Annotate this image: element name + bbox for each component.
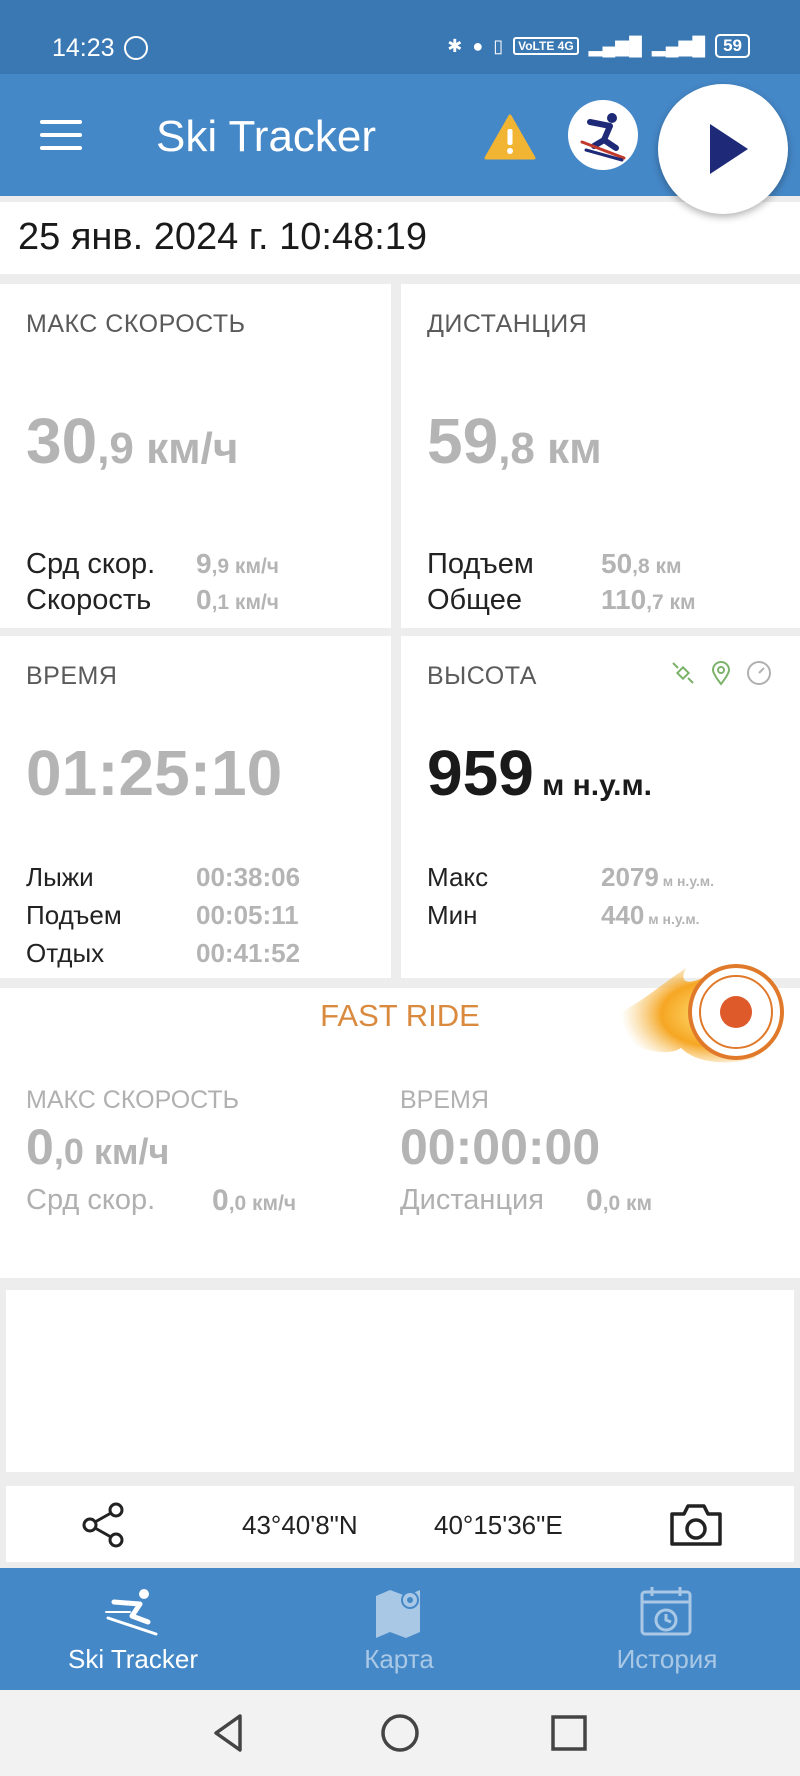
fast-max-speed-label: МАКС СКОРОСТЬ [26, 1086, 240, 1114]
bluetooth-icon: ✱ [447, 35, 463, 56]
camera-icon[interactable] [668, 1500, 724, 1550]
bottom-navigation: Ski Tracker Карта История [0, 1568, 800, 1690]
nav-ski-tracker-label: Ski Tracker [67, 1644, 199, 1674]
status-time: 14:23 [52, 34, 115, 62]
total-distance-label: Общее [427, 584, 522, 616]
menu-icon[interactable] [40, 120, 82, 152]
location-pin-icon [711, 661, 731, 686]
distance-card[interactable]: ДИСТАНЦИЯ 59,8 км Подъем 50,8 км Общее 1… [401, 284, 800, 628]
altitude-value: 959 м н.у.м. [427, 737, 653, 809]
max-speed-value: 30,9 км/ч [26, 405, 239, 477]
altitude-source-icons [670, 660, 772, 686]
map-icon [376, 1590, 420, 1638]
fast-ride-panel: FAST RIDE МАКС СКОРОСТЬ 0,0 км/ч Срд ско… [0, 964, 800, 1278]
max-speed-card[interactable]: МАКС СКОРОСТЬ 30,9 км/ч Срд скор. 9,9 км… [0, 284, 391, 628]
signal-icon-2: ▂▄▆█ [651, 35, 706, 56]
time-label: ВРЕМЯ [26, 662, 118, 690]
max-speed-label: МАКС СКОРОСТЬ [26, 310, 246, 338]
lift-distance-value: 50,8 км [601, 548, 682, 579]
nav-ski-tracker[interactable]: Ski Tracker [0, 1568, 266, 1690]
current-speed-value: 0,1 км/ч [196, 584, 279, 615]
nav-map-label: Карта [364, 1644, 434, 1674]
fast-avg-speed-label: Срд скор. [26, 1184, 156, 1216]
system-navigation-bar [0, 1690, 800, 1776]
min-altitude-label: Мин [427, 900, 478, 930]
play-icon [710, 124, 748, 174]
ski-time-value: 00:38:06 [196, 862, 301, 892]
skier-icon[interactable] [568, 100, 638, 170]
altitude-card[interactable]: ВЫСОТА 959 м н.у.м. Макс 2079 м н.у.м. М… [401, 636, 800, 978]
play-button[interactable] [658, 84, 788, 214]
skier-icon [105, 1589, 158, 1636]
lift-time-label: Подъем [26, 900, 122, 930]
battery-level: 59 [715, 34, 750, 58]
time-card[interactable]: ВРЕМЯ 01:25:10 Лыжи 00:38:06 Подъем 00:0… [0, 636, 391, 978]
max-altitude-label: Макс [427, 862, 489, 892]
fast-time-label: ВРЕМЯ [400, 1086, 489, 1114]
total-time-value: 01:25:10 [26, 737, 283, 809]
coordinates-bar: 43°40'8"N 40°15'36"E [6, 1486, 794, 1562]
min-altitude-value: 440 м н.у.м. [601, 900, 700, 930]
nav-history-label: История [616, 1644, 718, 1674]
warning-icon[interactable] [484, 114, 536, 160]
max-altitude-value: 2079 м н.у.м. [601, 862, 715, 892]
vibrate-icon: ▯ [493, 35, 504, 56]
status-indicators: ✱ ● ▯ VoLTE 4G ▂▄▆█ ▂▄▆█ 59 [447, 34, 750, 58]
rest-time-label: Отдых [26, 938, 105, 968]
session-date: 25 янв. 2024 г. 10:48:19 [18, 216, 428, 258]
satellite-icon [672, 662, 694, 684]
avg-speed-label: Срд скор. [26, 548, 156, 580]
rest-time-value: 00:41:52 [196, 938, 301, 968]
lift-time-value: 00:05:11 [196, 900, 299, 930]
current-speed-label: Скорость [26, 584, 152, 616]
fast-time-value: 00:00:00 [400, 1119, 601, 1175]
network-indicator: VoLTE 4G [513, 37, 579, 55]
fast-max-speed-value: 0,0 км/ч [26, 1119, 170, 1175]
nav-map[interactable]: Карта [266, 1568, 532, 1690]
app-title: Ski Tracker [156, 112, 377, 161]
avg-speed-value: 9,9 км/ч [196, 548, 279, 579]
distance-value: 59,8 км [427, 405, 602, 477]
ski-time-label: Лыжи [26, 862, 94, 892]
nav-history[interactable]: История [534, 1568, 800, 1690]
back-icon[interactable] [206, 1710, 252, 1756]
status-bar: 14:23 ✱ ● ▯ VoLTE 4G ▂▄▆█ ▂▄▆█ 59 [0, 0, 800, 74]
location-icon: ● [472, 35, 484, 56]
fast-ride-record-button[interactable] [596, 948, 786, 1078]
ad-banner-placeholder [6, 1290, 794, 1472]
share-icon[interactable] [80, 1500, 130, 1550]
total-distance-value: 110,7 км [601, 584, 696, 615]
calendar-clock-icon [640, 1587, 692, 1636]
lift-distance-label: Подъем [427, 548, 534, 580]
whatsapp-icon [124, 36, 148, 60]
fast-distance-value: 0,0 км [586, 1184, 653, 1217]
distance-label: ДИСТАНЦИЯ [427, 310, 588, 338]
home-icon[interactable] [377, 1710, 423, 1756]
altitude-label: ВЫСОТА [427, 662, 537, 690]
signal-icon: ▂▄▆█ [588, 35, 642, 56]
speedometer-icon [747, 661, 771, 685]
latitude: 43°40'8"N [242, 1510, 358, 1540]
longitude: 40°15'36"E [434, 1510, 563, 1540]
recents-icon[interactable] [546, 1710, 592, 1756]
fast-distance-label: Дистанция [400, 1184, 544, 1216]
fast-avg-speed-value: 0,0 км/ч [212, 1184, 297, 1217]
